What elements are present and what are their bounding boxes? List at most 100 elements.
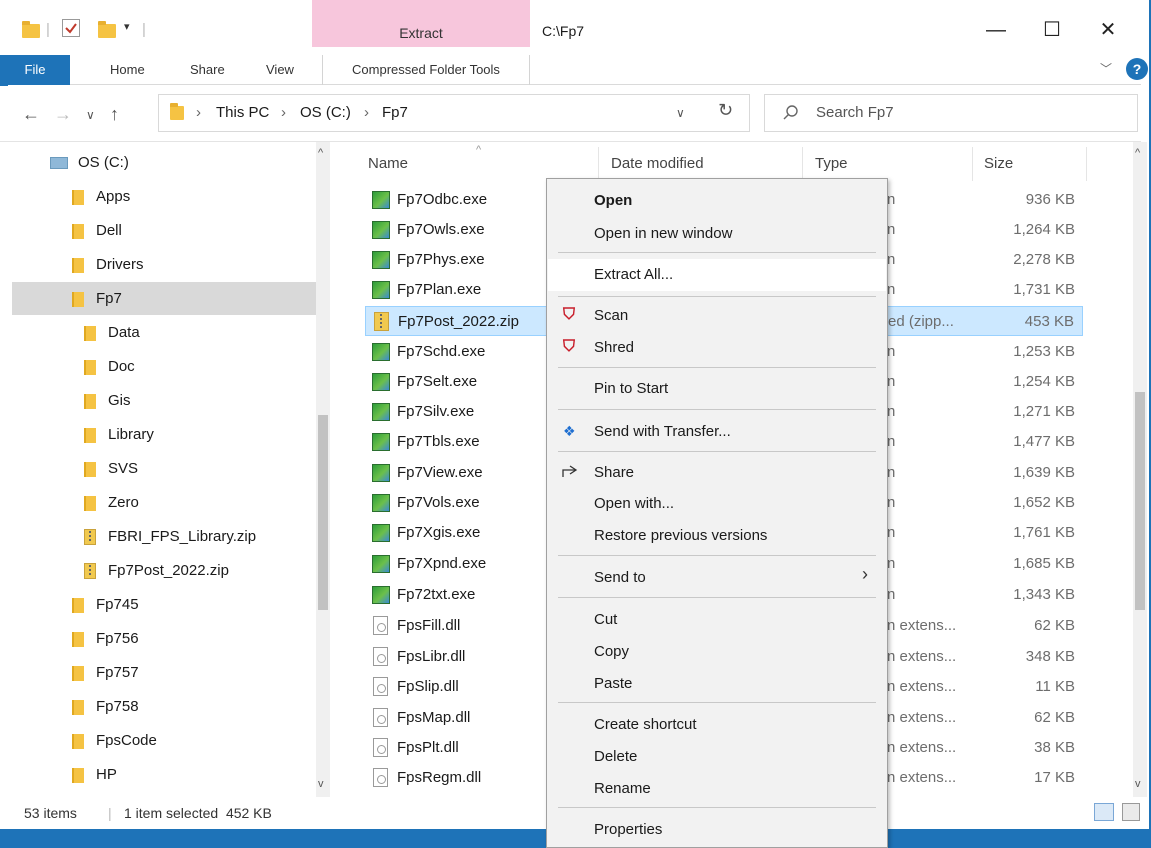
breadcrumb-this-pc[interactable]: This PC: [216, 104, 269, 121]
recent-locations-chevron-icon[interactable]: ∨: [86, 108, 95, 122]
tree-item-label: Fp756: [96, 630, 139, 647]
menu-item-restore-previous-versions[interactable]: Restore previous versions: [594, 527, 767, 544]
tree-item-svs[interactable]: SVS: [12, 452, 318, 485]
menu-item-send-with-transfer[interactable]: Send with Transfer...: [594, 423, 731, 440]
tab-share[interactable]: Share: [190, 55, 225, 85]
tree-item-drivers[interactable]: Drivers: [12, 248, 318, 281]
tree-item-fbri-zip[interactable]: FBRI_FPS_Library.zip: [12, 520, 318, 553]
tree-item-fp745[interactable]: Fp745: [12, 588, 318, 621]
file-type: n: [887, 221, 896, 238]
column-divider[interactable]: [802, 147, 803, 181]
tree-item-fp756[interactable]: Fp756: [12, 622, 318, 655]
menu-item-rename[interactable]: Rename: [594, 780, 651, 797]
forward-arrow-icon[interactable]: →: [54, 104, 72, 125]
tree-item-fpscode[interactable]: FpsCode: [12, 724, 318, 757]
scroll-down-icon[interactable]: v: [318, 778, 324, 790]
exe-icon: [372, 494, 390, 512]
exe-icon: [372, 191, 390, 209]
file-type: n: [887, 343, 896, 360]
dll-file-icon: [373, 677, 388, 696]
tab-compressed-folder-tools[interactable]: Compressed Folder Tools: [322, 55, 530, 85]
properties-quickaccess-icon[interactable]: [62, 19, 80, 37]
tree-item-library[interactable]: Library: [12, 418, 318, 451]
breadcrumb-drive[interactable]: OS (C:): [300, 104, 351, 121]
zip-file-icon: [374, 312, 389, 331]
address-dropdown-icon[interactable]: ∨: [676, 106, 685, 120]
new-folder-quickaccess-icon[interactable]: [98, 21, 116, 38]
tree-item-dell[interactable]: Dell: [12, 214, 318, 247]
tab-file[interactable]: File: [0, 55, 70, 85]
menu-item-shred[interactable]: Shred: [594, 339, 634, 356]
column-header-type[interactable]: Type: [815, 155, 848, 172]
column-header-date[interactable]: Date modified: [611, 155, 704, 172]
scroll-up-icon[interactable]: ^: [318, 147, 323, 159]
file-list-scroll-thumb[interactable]: [1135, 392, 1145, 610]
file-type: n: [887, 433, 896, 450]
tree-item-fp758[interactable]: Fp758: [12, 690, 318, 723]
tree-item-fp7[interactable]: Fp7: [12, 282, 318, 315]
menu-item-scan[interactable]: Scan: [594, 307, 628, 324]
menu-item-share[interactable]: Share: [594, 464, 634, 481]
menu-item-open-with[interactable]: Open with...: [594, 495, 674, 512]
menu-item-delete[interactable]: Delete: [594, 748, 637, 765]
menu-item-open-new-window[interactable]: Open in new window: [594, 225, 732, 242]
search-icon: [783, 105, 798, 120]
tree-item-gis[interactable]: Gis: [12, 384, 318, 417]
menu-item-extract-all[interactable]: Extract All...: [594, 266, 673, 283]
tree-item-fp757[interactable]: Fp757: [12, 656, 318, 689]
maximize-button[interactable]: ☐: [1032, 15, 1072, 45]
search-input[interactable]: Search Fp7: [816, 104, 894, 121]
column-divider[interactable]: [1086, 147, 1087, 181]
tree-item-drive[interactable]: OS (C:): [12, 146, 318, 179]
checkmark-icon: [65, 23, 77, 34]
menu-item-pin-to-start[interactable]: Pin to Start: [594, 380, 668, 397]
tab-view[interactable]: View: [266, 55, 294, 85]
file-name: Fp7Owls.exe: [397, 221, 485, 238]
column-divider[interactable]: [598, 147, 599, 181]
tree-item-doc[interactable]: Doc: [12, 350, 318, 383]
menu-separator: [558, 252, 876, 253]
back-arrow-icon[interactable]: ←: [22, 104, 40, 125]
tree-item-hp[interactable]: HP: [12, 758, 318, 791]
menu-separator: [558, 702, 876, 703]
menu-item-cut[interactable]: Cut: [594, 611, 617, 628]
minimize-button[interactable]: —: [976, 15, 1016, 45]
menu-item-copy[interactable]: Copy: [594, 643, 629, 660]
folder-icon: [84, 326, 96, 341]
folder-icon: [72, 258, 84, 273]
tree-item-label: Fp758: [96, 698, 139, 715]
quickaccess-dropdown-icon[interactable]: ▾: [124, 20, 130, 33]
refresh-icon[interactable]: ↻: [718, 100, 733, 121]
column-divider[interactable]: [972, 147, 973, 181]
menu-item-open[interactable]: Open: [594, 192, 632, 209]
tab-home[interactable]: Home: [110, 55, 145, 85]
up-arrow-icon[interactable]: ↑: [110, 104, 119, 125]
context-tab-extract[interactable]: Extract: [312, 25, 530, 41]
expand-ribbon-icon[interactable]: ﹀: [1100, 60, 1112, 77]
menu-item-paste[interactable]: Paste: [594, 675, 632, 692]
share-icon: [562, 465, 578, 477]
close-button[interactable]: ✕: [1088, 15, 1128, 45]
file-size: 1,652 KB: [1013, 494, 1075, 511]
breadcrumb-folder[interactable]: Fp7: [382, 104, 408, 121]
tree-item-zero[interactable]: Zero: [12, 486, 318, 519]
large-icons-view-icon[interactable]: [1122, 803, 1140, 821]
details-view-icon[interactable]: [1094, 803, 1114, 821]
tree-item-apps[interactable]: Apps: [12, 180, 318, 213]
scroll-up-icon[interactable]: ^: [1135, 147, 1140, 159]
scroll-down-icon[interactable]: v: [1135, 778, 1141, 790]
exe-icon: [372, 433, 390, 451]
tree-item-data[interactable]: Data: [12, 316, 318, 349]
menu-item-send-to[interactable]: Send to: [594, 569, 646, 586]
file-type: n: [887, 524, 896, 541]
file-type: n: [887, 191, 896, 208]
menu-item-create-shortcut[interactable]: Create shortcut: [594, 716, 697, 733]
column-header-size[interactable]: Size: [984, 155, 1013, 172]
column-header-name[interactable]: Name: [368, 155, 408, 172]
folder-icon: [72, 190, 84, 205]
divider: |: [142, 21, 146, 38]
tree-item-fp7post-zip[interactable]: Fp7Post_2022.zip: [12, 554, 318, 587]
nav-pane-scroll-thumb[interactable]: [318, 415, 328, 610]
help-icon[interactable]: ?: [1126, 58, 1148, 80]
menu-item-properties[interactable]: Properties: [594, 821, 662, 838]
